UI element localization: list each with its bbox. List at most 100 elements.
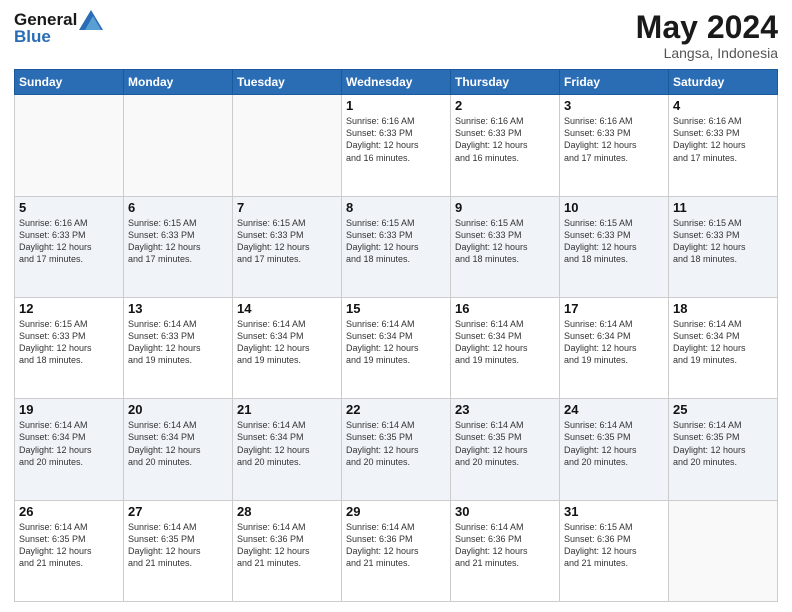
calendar-cell: 12 Sunrise: 6:15 AM Sunset: 6:33 PM Dayli…: [15, 297, 124, 398]
day-info: Sunrise: 6:15 AM Sunset: 6:33 PM Dayligh…: [237, 217, 337, 266]
calendar-header-sunday: Sunday: [15, 70, 124, 95]
logo-blue: Blue: [14, 28, 103, 47]
calendar-cell: 3 Sunrise: 6:16 AM Sunset: 6:33 PM Daylig…: [560, 95, 669, 196]
calendar-header-tuesday: Tuesday: [233, 70, 342, 95]
calendar-cell: 8 Sunrise: 6:15 AM Sunset: 6:33 PM Daylig…: [342, 196, 451, 297]
calendar-cell: 5Sunrise: 6:16 AM Sunset: 6:33 PM Daylig…: [15, 196, 124, 297]
day-info: Sunrise: 6:16 AM Sunset: 6:33 PM Dayligh…: [673, 115, 773, 164]
day-number: 12: [19, 301, 119, 316]
day-number: 23: [455, 402, 555, 417]
calendar-cell: 11Sunrise: 6:15 AM Sunset: 6:33 PM Dayli…: [669, 196, 778, 297]
page: General Blue May 2024 Langsa, Indonesia …: [0, 0, 792, 612]
day-number: 22: [346, 402, 446, 417]
calendar-cell: 10 Sunrise: 6:15 AM Sunset: 6:33 PM Dayli…: [560, 196, 669, 297]
day-info: Sunrise: 6:14 AM Sunset: 6:34 PM Dayligh…: [237, 318, 337, 367]
day-info: Sunrise: 6:14 AM Sunset: 6:34 PM Dayligh…: [346, 318, 446, 367]
calendar-cell: 23 Sunrise: 6:14 AM Sunset: 6:35 PM Dayli…: [451, 399, 560, 500]
day-number: 15: [346, 301, 446, 316]
day-info: Sunrise: 6:14 AM Sunset: 6:34 PM Dayligh…: [128, 419, 228, 468]
day-number: 3: [564, 98, 664, 113]
day-info: Sunrise: 6:16 AM Sunset: 6:33 PM Dayligh…: [346, 115, 446, 164]
calendar-cell: 2 Sunrise: 6:16 AM Sunset: 6:33 PM Daylig…: [451, 95, 560, 196]
calendar-cell: 28 Sunrise: 6:14 AM Sunset: 6:36 PM Dayli…: [233, 500, 342, 601]
day-number: 14: [237, 301, 337, 316]
day-number: 4: [673, 98, 773, 113]
day-info: Sunrise: 6:14 AM Sunset: 6:34 PM Dayligh…: [19, 419, 119, 468]
day-info: Sunrise: 6:16 AM Sunset: 6:33 PM Dayligh…: [564, 115, 664, 164]
day-info: Sunrise: 6:15 AM Sunset: 6:36 PM Dayligh…: [564, 521, 664, 570]
calendar-cell: [669, 500, 778, 601]
calendar-cell: 25 Sunrise: 6:14 AM Sunset: 6:35 PM Dayli…: [669, 399, 778, 500]
calendar-cell: 17Sunrise: 6:14 AM Sunset: 6:34 PM Dayli…: [560, 297, 669, 398]
day-info: Sunrise: 6:14 AM Sunset: 6:35 PM Dayligh…: [455, 419, 555, 468]
day-number: 10: [564, 200, 664, 215]
day-number: 16: [455, 301, 555, 316]
day-number: 24: [564, 402, 664, 417]
day-info: Sunrise: 6:15 AM Sunset: 6:33 PM Dayligh…: [564, 217, 664, 266]
day-number: 5: [19, 200, 119, 215]
calendar-cell: [233, 95, 342, 196]
day-info: Sunrise: 6:14 AM Sunset: 6:34 PM Dayligh…: [673, 318, 773, 367]
calendar-cell: 27Sunrise: 6:14 AM Sunset: 6:35 PM Dayli…: [124, 500, 233, 601]
day-info: Sunrise: 6:14 AM Sunset: 6:35 PM Dayligh…: [673, 419, 773, 468]
day-info: Sunrise: 6:14 AM Sunset: 6:36 PM Dayligh…: [237, 521, 337, 570]
day-info: Sunrise: 6:14 AM Sunset: 6:34 PM Dayligh…: [237, 419, 337, 468]
title-block: May 2024 Langsa, Indonesia: [636, 10, 778, 61]
calendar-cell: [124, 95, 233, 196]
calendar-header-friday: Friday: [560, 70, 669, 95]
day-info: Sunrise: 6:15 AM Sunset: 6:33 PM Dayligh…: [346, 217, 446, 266]
day-number: 6: [128, 200, 228, 215]
day-number: 9: [455, 200, 555, 215]
day-info: Sunrise: 6:14 AM Sunset: 6:36 PM Dayligh…: [455, 521, 555, 570]
calendar-cell: 21 Sunrise: 6:14 AM Sunset: 6:34 PM Dayli…: [233, 399, 342, 500]
day-number: 19: [19, 402, 119, 417]
day-info: Sunrise: 6:15 AM Sunset: 6:33 PM Dayligh…: [19, 318, 119, 367]
day-number: 29: [346, 504, 446, 519]
logo: General Blue: [14, 10, 103, 47]
calendar-week-4: 26 Sunrise: 6:14 AM Sunset: 6:35 PM Dayli…: [15, 500, 778, 601]
calendar-cell: 4 Sunrise: 6:16 AM Sunset: 6:33 PM Daylig…: [669, 95, 778, 196]
calendar-header-wednesday: Wednesday: [342, 70, 451, 95]
calendar-week-3: 19 Sunrise: 6:14 AM Sunset: 6:34 PM Dayli…: [15, 399, 778, 500]
calendar-cell: 18 Sunrise: 6:14 AM Sunset: 6:34 PM Dayli…: [669, 297, 778, 398]
calendar-cell: [15, 95, 124, 196]
month-year: May 2024: [636, 10, 778, 45]
day-number: 11: [673, 200, 773, 215]
day-number: 31: [564, 504, 664, 519]
day-info: Sunrise: 6:14 AM Sunset: 6:35 PM Dayligh…: [128, 521, 228, 570]
header: General Blue May 2024 Langsa, Indonesia: [14, 10, 778, 61]
calendar-cell: 7Sunrise: 6:15 AM Sunset: 6:33 PM Daylig…: [233, 196, 342, 297]
day-info: Sunrise: 6:14 AM Sunset: 6:35 PM Dayligh…: [346, 419, 446, 468]
day-info: Sunrise: 6:16 AM Sunset: 6:33 PM Dayligh…: [455, 115, 555, 164]
location: Langsa, Indonesia: [636, 45, 778, 61]
calendar-header-row: SundayMondayTuesdayWednesdayThursdayFrid…: [15, 70, 778, 95]
day-number: 8: [346, 200, 446, 215]
day-info: Sunrise: 6:15 AM Sunset: 6:33 PM Dayligh…: [128, 217, 228, 266]
calendar-header-monday: Monday: [124, 70, 233, 95]
day-number: 2: [455, 98, 555, 113]
calendar-header-thursday: Thursday: [451, 70, 560, 95]
day-number: 26: [19, 504, 119, 519]
calendar-cell: 15 Sunrise: 6:14 AM Sunset: 6:34 PM Dayli…: [342, 297, 451, 398]
day-info: Sunrise: 6:15 AM Sunset: 6:33 PM Dayligh…: [455, 217, 555, 266]
day-number: 30: [455, 504, 555, 519]
calendar-cell: 31 Sunrise: 6:15 AM Sunset: 6:36 PM Dayli…: [560, 500, 669, 601]
calendar-week-0: 1Sunrise: 6:16 AM Sunset: 6:33 PM Daylig…: [15, 95, 778, 196]
day-number: 25: [673, 402, 773, 417]
day-number: 21: [237, 402, 337, 417]
day-number: 20: [128, 402, 228, 417]
day-info: Sunrise: 6:14 AM Sunset: 6:33 PM Dayligh…: [128, 318, 228, 367]
day-info: Sunrise: 6:14 AM Sunset: 6:35 PM Dayligh…: [564, 419, 664, 468]
day-number: 28: [237, 504, 337, 519]
calendar-week-2: 12 Sunrise: 6:15 AM Sunset: 6:33 PM Dayli…: [15, 297, 778, 398]
day-number: 18: [673, 301, 773, 316]
calendar-cell: 29 Sunrise: 6:14 AM Sunset: 6:36 PM Dayli…: [342, 500, 451, 601]
day-info: Sunrise: 6:14 AM Sunset: 6:34 PM Dayligh…: [455, 318, 555, 367]
calendar-week-1: 5Sunrise: 6:16 AM Sunset: 6:33 PM Daylig…: [15, 196, 778, 297]
calendar-cell: 30 Sunrise: 6:14 AM Sunset: 6:36 PM Dayli…: [451, 500, 560, 601]
calendar-cell: 24 Sunrise: 6:14 AM Sunset: 6:35 PM Dayli…: [560, 399, 669, 500]
day-info: Sunrise: 6:14 AM Sunset: 6:36 PM Dayligh…: [346, 521, 446, 570]
day-number: 17: [564, 301, 664, 316]
calendar-cell: 13 Sunrise: 6:14 AM Sunset: 6:33 PM Dayli…: [124, 297, 233, 398]
day-number: 13: [128, 301, 228, 316]
